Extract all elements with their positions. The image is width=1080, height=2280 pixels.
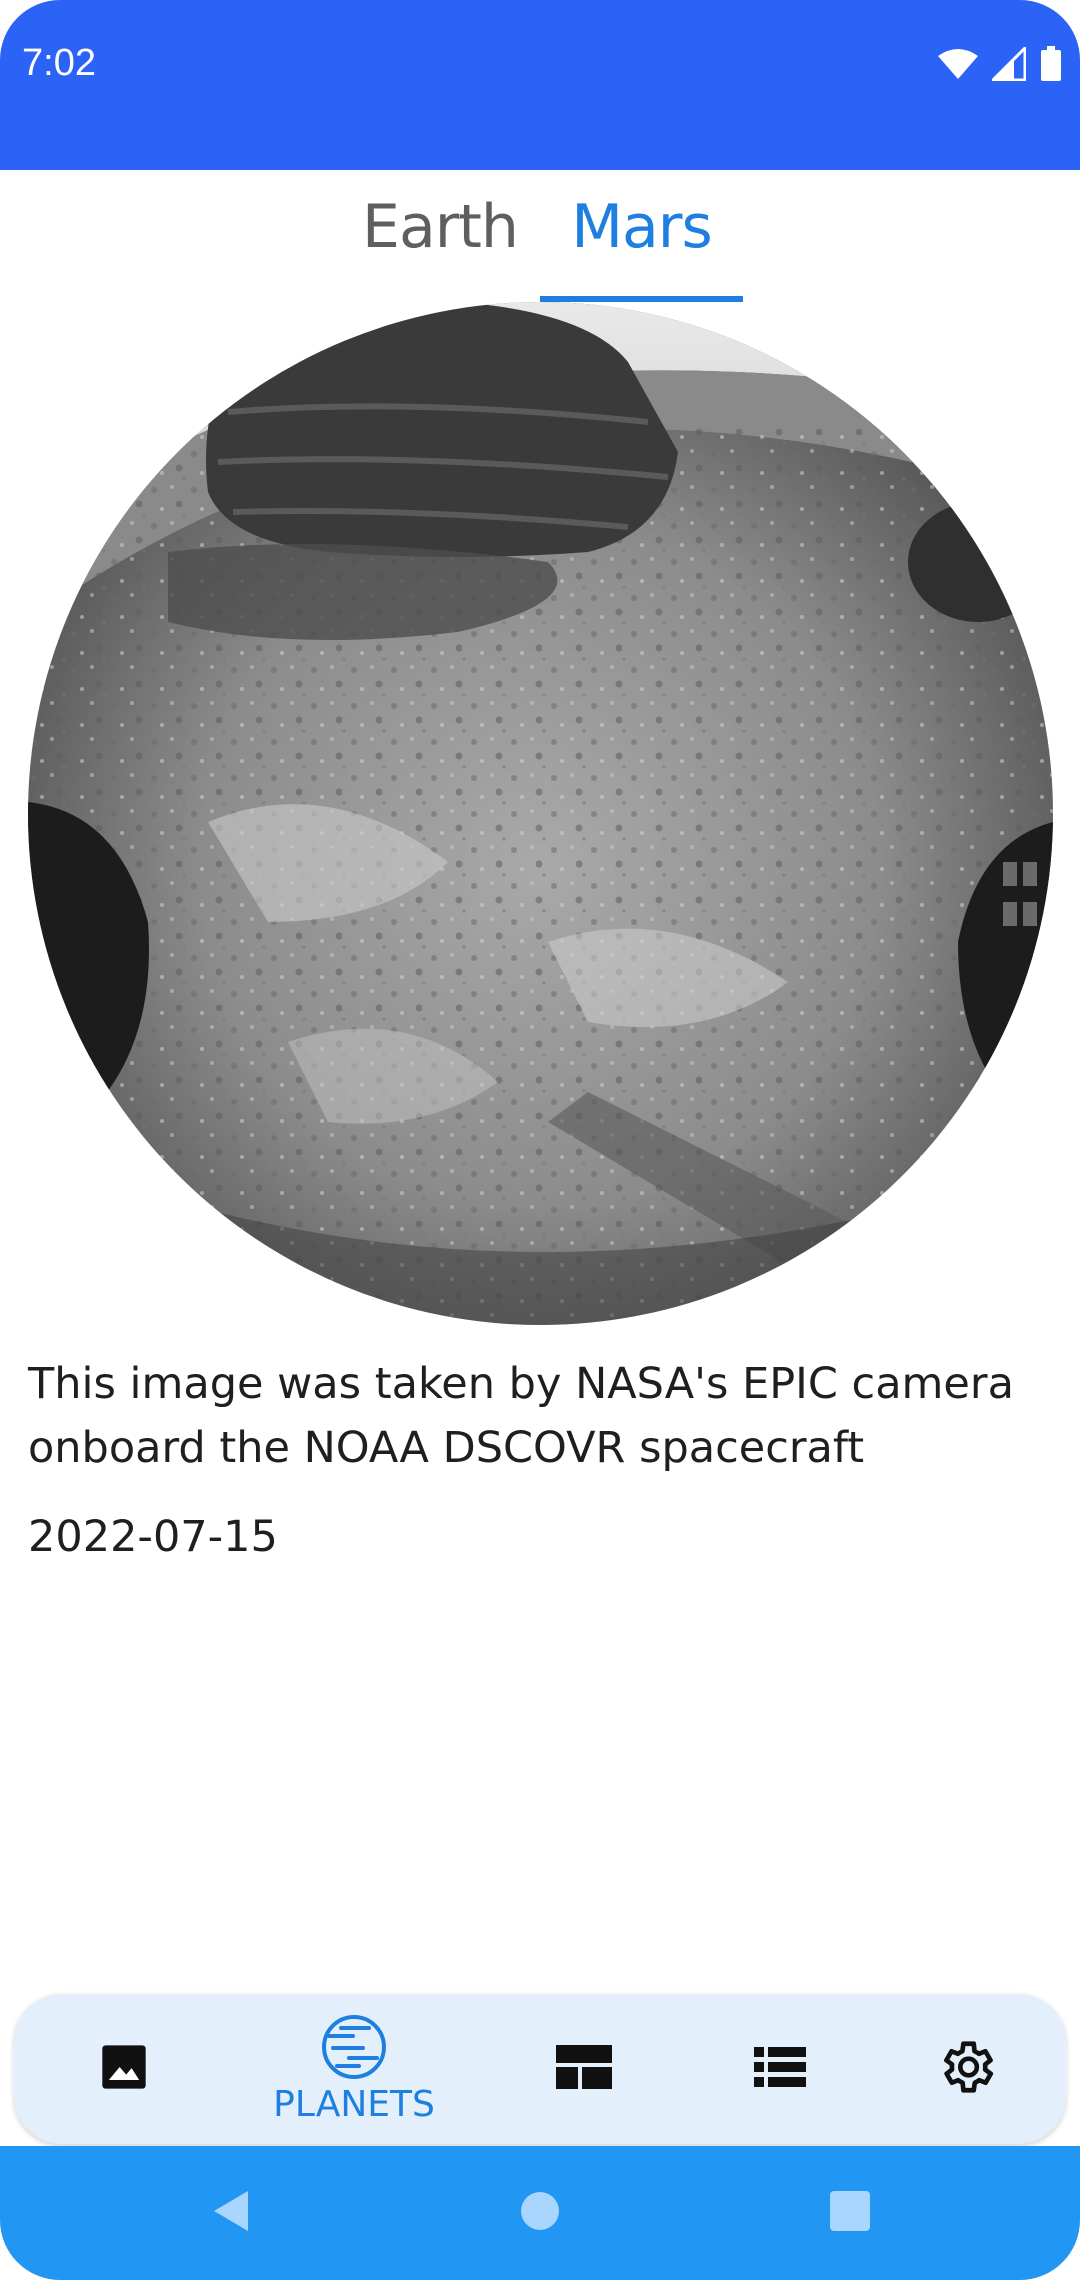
nav-item-list[interactable] [710, 1994, 850, 2144]
status-bar: 7:02 [0, 0, 1080, 170]
image-description: This image was taken by NASA's EPIC came… [28, 1359, 1014, 1473]
recent-apps-button[interactable] [810, 2146, 890, 2280]
nav-item-gallery[interactable] [54, 1994, 194, 2144]
planet-icon [319, 2014, 389, 2084]
tab-indicator [540, 296, 743, 302]
home-button[interactable] [500, 2146, 580, 2280]
recent-apps-icon [829, 2190, 871, 2236]
status-icons [938, 44, 1062, 86]
bottom-navigation: PLANETS [14, 1994, 1066, 2144]
list-icon [754, 2047, 806, 2091]
mars-photo [28, 302, 1053, 1325]
app-screen: 7:02 Earth Mars This image was taken by … [0, 0, 1080, 2280]
back-button[interactable] [190, 2146, 270, 2280]
planet-tabs: Earth Mars [0, 170, 1080, 302]
image-icon [98, 2041, 150, 2097]
tab-earth[interactable]: Earth [340, 192, 540, 302]
nav-item-settings[interactable] [896, 1994, 1036, 2144]
system-navigation-bar [0, 2146, 1080, 2280]
layout-icon [556, 2045, 612, 2093]
status-time: 7:02 [22, 42, 96, 84]
battery-icon [1040, 46, 1062, 86]
nav-label-planets: PLANETS [273, 2083, 435, 2125]
signal-icon [989, 44, 1027, 85]
planet-image [28, 302, 1053, 1325]
nav-item-layout[interactable] [514, 1994, 654, 2144]
image-date: 2022-07-15 [28, 1512, 278, 1562]
gear-icon [935, 2036, 997, 2102]
back-icon [210, 2189, 250, 2237]
nav-item-planets[interactable]: PLANETS [254, 1994, 454, 2144]
tab-mars[interactable]: Mars [540, 192, 743, 302]
wifi-icon [938, 48, 978, 84]
home-icon [520, 2191, 560, 2235]
